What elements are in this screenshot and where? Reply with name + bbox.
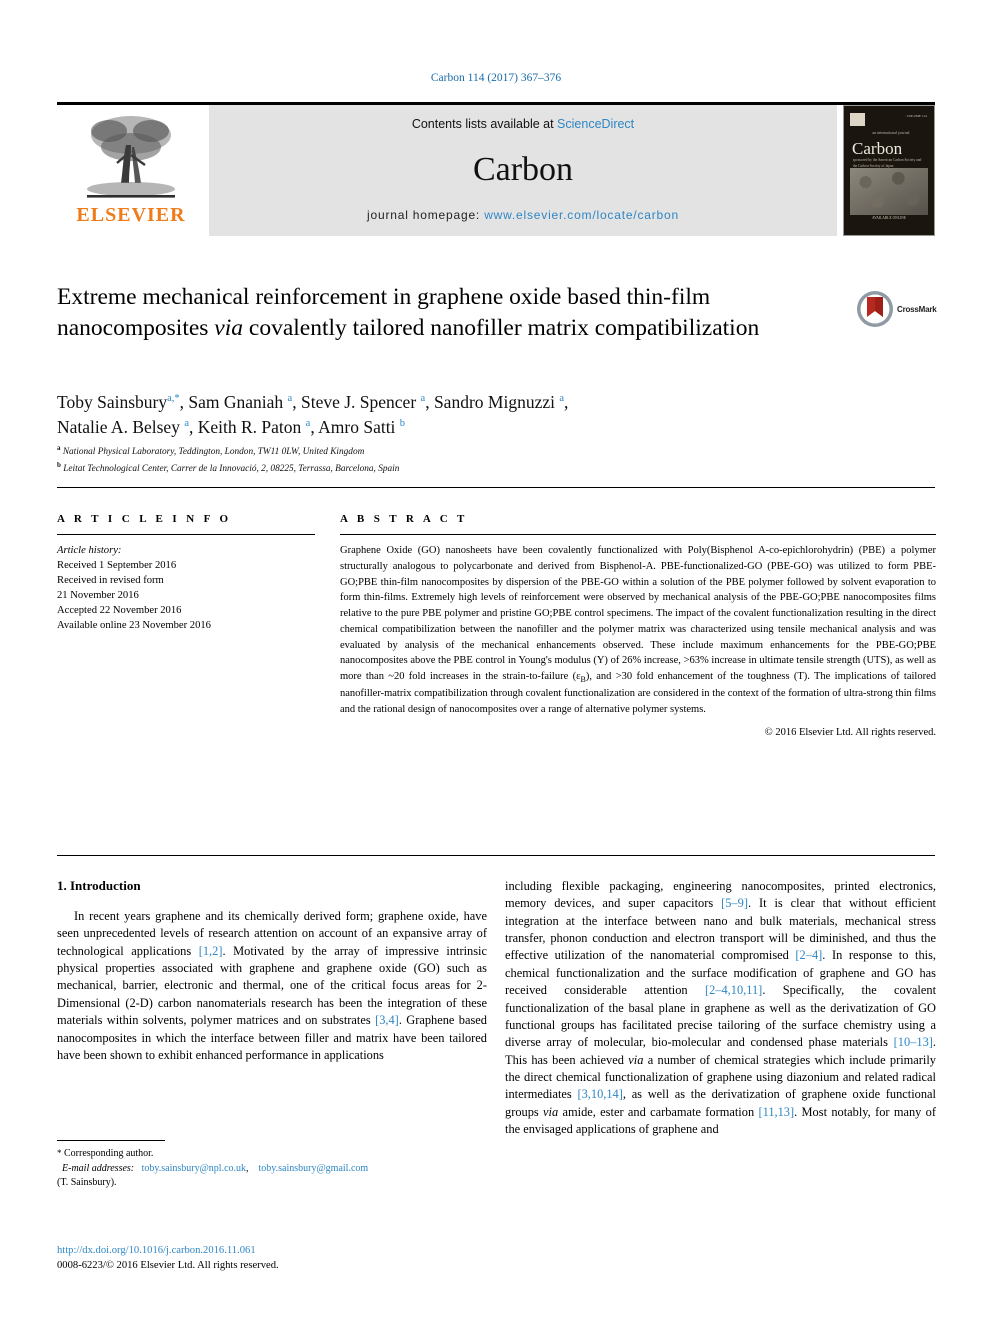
- affiliation-a-mark: a: [57, 444, 61, 452]
- affiliation-b: b Leitat Technological Center, Carrer de…: [57, 460, 857, 477]
- email-line: E-mail addresses: toby.sainsbury@npl.co.…: [57, 1162, 487, 1177]
- elsevier-logo: ELSEVIER: [57, 105, 205, 236]
- email-addresses-label: E-mail addresses:: [62, 1162, 135, 1174]
- abstract-text: Graphene Oxide (GO) nanosheets have been…: [340, 543, 936, 718]
- journal-title: Carbon: [472, 150, 574, 188]
- intro-paragraph-right: including flexible packaging, engineerin…: [505, 878, 936, 1138]
- section-heading-introduction: 1. Introduction: [57, 878, 141, 893]
- homepage-url-link[interactable]: www.elsevier.com/locate/carbon: [484, 208, 679, 222]
- abstract-rule: [340, 534, 936, 535]
- affiliation-a: a National Physical Laboratory, Teddingt…: [57, 443, 857, 460]
- author-sandro-mignuzzi: , Sandro Mignuzzi: [425, 392, 560, 412]
- affiliation-b-mark: b: [57, 460, 61, 469]
- cover-superline: an international journal: [872, 129, 910, 135]
- doi-link[interactable]: http://dx.doi.org/10.1016/j.carbon.2016.…: [57, 1243, 487, 1258]
- corresponding-author-note: * Corresponding author.: [57, 1147, 487, 1162]
- footnote-divider: [57, 1140, 165, 1141]
- intro-paragraph-left: In recent years graphene and its chemica…: [57, 908, 487, 1064]
- citation-1-2[interactable]: [1,2]: [199, 944, 223, 958]
- author-line-2: Natalie A. Belsey a, Keith R. Paton a, A…: [57, 415, 857, 440]
- citation-5-9[interactable]: [5–9]: [721, 896, 748, 910]
- abstract-heading: A B S T R A C T: [340, 513, 468, 525]
- author-natalie-belsey: Natalie A. Belsey: [57, 417, 185, 438]
- cover-footline: AVAILABLE ONLINE: [872, 215, 906, 220]
- abstract-copyright: © 2016 Elsevier Ltd. All rights reserved…: [764, 726, 936, 738]
- citation-2-4[interactable]: [2–4]: [795, 948, 822, 962]
- abstract-part-1: Graphene Oxide (GO) nanosheets have been…: [340, 545, 936, 682]
- citation-3-10-14[interactable]: [3,10,14]: [577, 1087, 622, 1101]
- contents-prefix: Contents lists available at: [411, 117, 558, 131]
- author-steve-spencer: , Steve J. Spencer: [292, 392, 421, 412]
- cover-inner: VOLUME 114 an international journal Carb…: [847, 109, 931, 232]
- journal-article-page: Carbon 114 (2017) 367–376 ELSEVIER Conte…: [0, 0, 992, 1323]
- citation-10-13[interactable]: [10–13]: [894, 1035, 933, 1049]
- intro-right-text-8: amide, ester and carbamate formation: [558, 1104, 759, 1119]
- citation-11-13[interactable]: [11,13]: [758, 1105, 794, 1119]
- sciencedirect-link[interactable]: ScienceDirect: [557, 117, 634, 131]
- article-info-column: A R T I C L E I N F O Article history: R…: [57, 513, 315, 633]
- email-owner: (T. Sainsbury).: [57, 1177, 117, 1188]
- author-line-1-comma: ,: [564, 392, 569, 412]
- email-link-npl[interactable]: toby.sainsbury@npl.co.uk: [142, 1163, 246, 1174]
- article-history: Article history: Received 1 September 20…: [57, 543, 315, 633]
- article-history-label: Article history:: [57, 545, 122, 556]
- cover-photo: [850, 168, 928, 215]
- author-line-1: Toby Sainsburya,*, Sam Gnaniah a, Steve …: [57, 390, 857, 415]
- author-sam-gnaniah: , Sam Gnaniah: [179, 392, 288, 412]
- homepage-prefix: journal homepage:: [367, 208, 485, 222]
- cover-journal-title: Carbon: [852, 138, 903, 158]
- doi-block: http://dx.doi.org/10.1016/j.carbon.2016.…: [57, 1243, 487, 1274]
- affiliation-b-text: Leitat Technological Center, Carrer de l…: [63, 463, 400, 474]
- author-keith-paton: , Keith R. Paton: [189, 417, 306, 438]
- author-aff-mark-g: b: [399, 418, 406, 430]
- crossmark-icon: [857, 291, 893, 327]
- body-column-right: including flexible packaging, engineerin…: [505, 878, 936, 1138]
- author-toby-sainsbury: Toby Sainsbury: [57, 392, 168, 412]
- page-title: Extreme mechanical reinforcement in grap…: [57, 282, 847, 344]
- author-list: Toby Sainsburya,*, Sam Gnaniah a, Steve …: [57, 390, 857, 441]
- title-part-2: covalently tailored nanofiller matrix co…: [243, 315, 760, 342]
- crossmark-badge[interactable]: CrossMark: [856, 288, 940, 330]
- journal-band: Contents lists available at ScienceDirec…: [209, 105, 837, 236]
- article-revised-date: 21 November 2016: [57, 590, 139, 602]
- article-online: Available online 23 November 2016: [57, 620, 211, 632]
- issn-copyright-line: 0008-6223/© 2016 Elsevier Ltd. All right…: [57, 1260, 279, 1272]
- title-italic-via: via: [214, 315, 244, 342]
- affiliation-a-text: National Physical Laboratory, Teddington…: [62, 447, 365, 458]
- body-divider: [57, 855, 935, 856]
- article-revised-label: Received in revised form: [57, 575, 164, 587]
- journal-homepage-line: journal homepage: www.elsevier.com/locat…: [367, 208, 679, 222]
- elsevier-tree-icon: [87, 116, 175, 198]
- journal-cover-thumbnail[interactable]: VOLUME 114 an international journal Carb…: [843, 105, 935, 236]
- cover-volume-mark: VOLUME 114: [906, 113, 927, 118]
- abstract-column: A B S T R A C T Graphene Oxide (GO) nano…: [340, 513, 936, 738]
- elsevier-wordmark: ELSEVIER: [76, 204, 186, 226]
- body-column-left: 1. Introduction In recent years graphene…: [57, 878, 487, 1064]
- running-head: Carbon 114 (2017) 367–376: [430, 72, 562, 84]
- article-received: Received 1 September 2016: [57, 560, 177, 572]
- citation-3-4[interactable]: [3,4]: [375, 1013, 399, 1027]
- footnote-block: * Corresponding author. E-mail addresses…: [57, 1140, 487, 1191]
- affiliations: a National Physical Laboratory, Teddingt…: [57, 443, 857, 476]
- corresponding-author-label: Corresponding author.: [61, 1148, 154, 1159]
- cover-society-badge: [850, 112, 866, 126]
- footnote-text: * Corresponding author. E-mail addresses…: [57, 1147, 487, 1191]
- header-divider: [57, 487, 935, 488]
- crossmark-label: CrossMark: [897, 304, 937, 314]
- italic-via-2: via: [543, 1104, 559, 1119]
- italic-via-1: via: [628, 1052, 644, 1067]
- email-link-gmail[interactable]: toby.sainsbury@gmail.com: [259, 1163, 369, 1174]
- article-info-heading: A R T I C L E I N F O: [57, 513, 232, 525]
- citation-2-4-10-11[interactable]: [2–4,10,11]: [705, 983, 762, 997]
- journal-masthead: ELSEVIER Contents lists available at Sci…: [57, 102, 935, 236]
- article-info-rule: [57, 534, 315, 535]
- author-amro-satti: , Amro Satti: [310, 417, 400, 438]
- title-block: Extreme mechanical reinforcement in grap…: [57, 282, 847, 344]
- contents-list-line: Contents lists available at ScienceDirec…: [412, 117, 634, 131]
- article-accepted: Accepted 22 November 2016: [57, 605, 182, 617]
- email-separator: ,: [246, 1162, 249, 1174]
